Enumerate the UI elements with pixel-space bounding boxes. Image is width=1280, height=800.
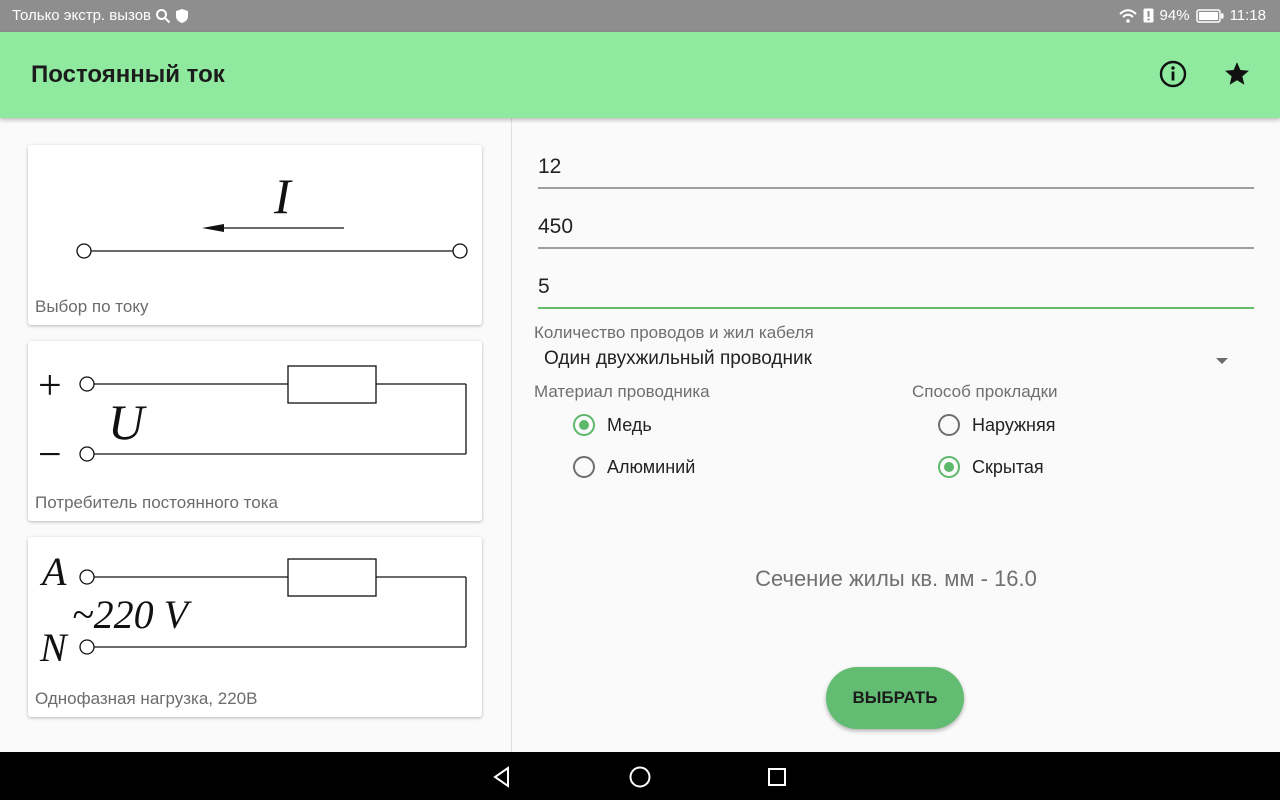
result-text: Сечение жилы кв. мм - 16.0	[755, 566, 1037, 591]
favorite-button[interactable]	[1222, 59, 1252, 89]
app-bar: Постоянный ток	[0, 32, 1280, 118]
radio-checked-icon	[938, 456, 960, 478]
laying-label: Способ прокладки	[912, 382, 1058, 401]
pane-divider	[511, 118, 512, 752]
card-current-selection[interactable]: I Выбор по току	[28, 145, 482, 325]
cable-type-value: Один двухжильный проводник	[544, 348, 812, 369]
search-icon	[156, 8, 171, 23]
radio-copper[interactable]: Медь	[573, 414, 652, 436]
card-single-phase-load[interactable]: A N ~220 V Однофазная нагрузка, 220В	[28, 537, 482, 717]
phase-label: A	[39, 549, 67, 594]
ac-circuit-diagram: A N ~220 V	[39, 549, 467, 670]
input-field-1[interactable]: 12	[538, 147, 1254, 189]
material-label: Материал проводника	[534, 382, 710, 401]
cable-label: Количество проводов и жил кабеля	[534, 323, 814, 342]
load-resistor	[287, 558, 377, 597]
radio-unchecked-icon	[938, 414, 960, 436]
radio-outdoor[interactable]: Наружняя	[938, 414, 1056, 436]
input-value: 12	[538, 155, 562, 178]
cable-type-dropdown[interactable]: Один двухжильный проводник	[544, 348, 1244, 378]
plus-sign: +	[38, 363, 62, 409]
status-bar: Только экстр. вызов 94% 11:18	[0, 0, 1280, 32]
sim-alert-icon	[1143, 8, 1154, 23]
radio-label: Алюминий	[607, 456, 696, 477]
input-value: 450	[538, 215, 574, 238]
radio-label: Медь	[607, 414, 652, 435]
input-field-3[interactable]: 5	[538, 267, 1254, 309]
input-value: 5	[538, 275, 550, 298]
current-line-diagram: I	[76, 168, 468, 259]
radio-label: Наружняя	[972, 414, 1056, 435]
carrier-text: Только экстр. вызов	[12, 7, 152, 24]
dropdown-arrow-icon	[1216, 358, 1228, 364]
radio-hidden[interactable]: Скрытая	[938, 456, 1044, 478]
radio-label: Скрытая	[972, 456, 1044, 477]
load-resistor	[287, 365, 377, 404]
content: I Выбор по току + − U Потребитель постоя…	[0, 118, 1280, 752]
battery-percent: 94%	[1159, 7, 1190, 24]
wifi-icon	[1118, 8, 1137, 23]
navigation-bar	[0, 752, 1280, 800]
input-field-2[interactable]: 450	[538, 207, 1254, 249]
home-icon[interactable]	[627, 764, 653, 790]
card-dc-consumer[interactable]: + − U Потребитель постоянного тока	[28, 341, 482, 521]
info-button[interactable]	[1158, 59, 1188, 89]
recents-icon[interactable]	[764, 764, 790, 790]
clock: 11:18	[1229, 7, 1266, 24]
current-symbol: I	[273, 168, 293, 224]
minus-sign: −	[38, 432, 62, 478]
card-caption: Выбор по току	[35, 297, 149, 316]
neutral-label: N	[39, 625, 69, 670]
info-icon	[1159, 60, 1187, 88]
back-icon[interactable]	[489, 764, 515, 790]
card-caption: Однофазная нагрузка, 220В	[35, 689, 258, 708]
page-title: Постоянный ток	[31, 61, 225, 88]
dc-circuit-diagram: + − U	[38, 363, 467, 478]
card-caption: Потребитель постоянного тока	[35, 493, 278, 512]
voltage-label: ~220 V	[72, 592, 193, 637]
battery-icon	[1195, 8, 1224, 23]
radio-aluminium[interactable]: Алюминий	[573, 456, 695, 478]
shield-icon	[176, 8, 189, 23]
radio-checked-icon	[573, 414, 595, 436]
voltage-symbol: U	[108, 394, 147, 450]
select-button[interactable]: ВЫБРАТЬ	[826, 667, 964, 729]
star-icon	[1225, 62, 1249, 85]
radio-unchecked-icon	[573, 456, 595, 478]
